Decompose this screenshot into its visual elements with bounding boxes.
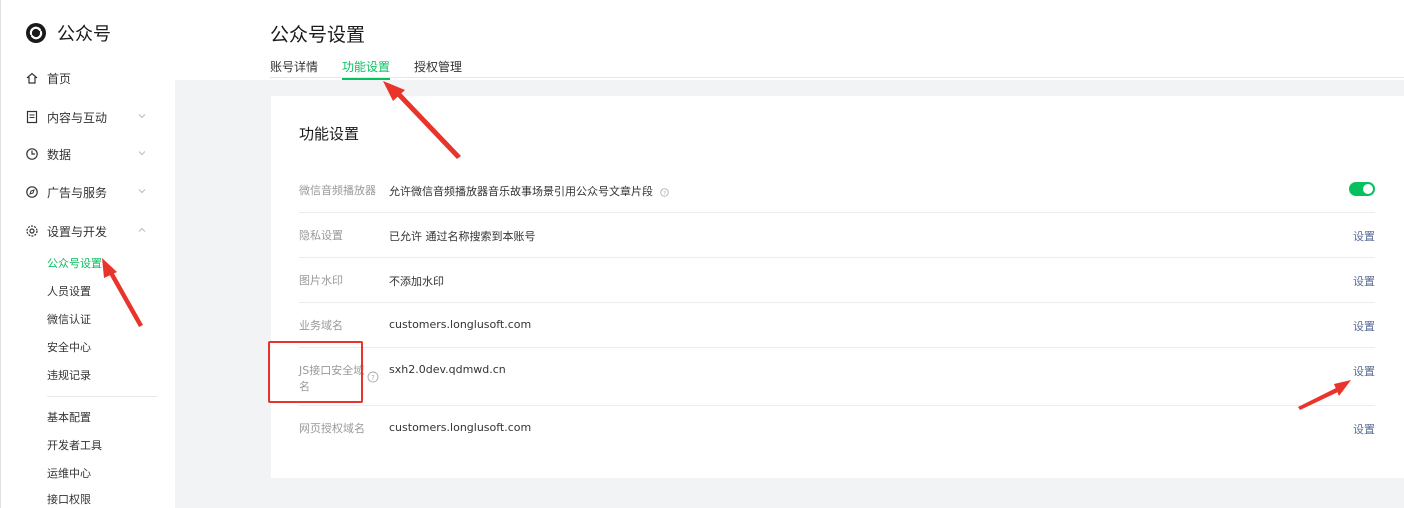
row-value: 允许微信音频播放器音乐故事场景引用公众号文章片段 ? [389, 183, 669, 199]
row-label: 微信音频播放器 [299, 184, 376, 197]
privacy-set-link[interactable]: 设置 [1353, 228, 1375, 244]
sub-item-ops-center[interactable]: 运维中心 [47, 466, 91, 482]
card-title: 功能设置 [299, 125, 360, 143]
settings-card: 功能设置 微信音频播放器 允许微信音频播放器音乐故事场景引用公众号文章片段 ? … [271, 96, 1404, 478]
chevron-down-icon [138, 151, 146, 156]
wechat-logo-icon [26, 23, 46, 43]
svg-text:?: ? [371, 374, 375, 382]
brand-name: 公众号 [57, 24, 111, 45]
sidebar-item-label: 设置与开发 [47, 224, 108, 239]
sub-item-verification[interactable]: 微信认证 [47, 312, 91, 328]
tab-divider [270, 77, 1404, 78]
tab-bar: 账号详情 功能设置 授权管理 [270, 58, 486, 80]
sub-item-api-permissions[interactable]: 接口权限 [47, 492, 91, 508]
business-domain-set-link[interactable]: 设置 [1353, 318, 1375, 334]
document-icon [26, 110, 38, 124]
sub-item-violations[interactable]: 违规记录 [47, 368, 91, 384]
settings-row-js-domain: JS接口安全域名 ? sxh2.0dev.qdmwd.cn 设置 [299, 348, 1375, 406]
help-icon[interactable]: ? [367, 371, 379, 383]
sidebar-item-ads[interactable]: 广告与服务 [25, 182, 155, 202]
row-label: 图片水印 [299, 274, 343, 287]
sidebar: 公众号 首页 内容与互动 数据 广告与服务 设置与开发 公众号设置 人员设置 微… [0, 0, 175, 508]
sidebar-item-settings[interactable]: 设置与开发 [25, 221, 155, 241]
tab-authorization[interactable]: 授权管理 [414, 58, 462, 78]
audio-player-toggle[interactable] [1349, 182, 1375, 196]
settings-row-audio-player: 微信音频播放器 允许微信音频播放器音乐故事场景引用公众号文章片段 ? [299, 168, 1375, 213]
tab-function-settings[interactable]: 功能设置 [342, 58, 391, 80]
row-value: sxh2.0dev.qdmwd.cn [389, 363, 506, 376]
row-value: customers.longlusoft.com [389, 421, 532, 434]
sidebar-divider [47, 396, 157, 397]
sidebar-item-home[interactable]: 首页 [25, 68, 155, 88]
watermark-set-link[interactable]: 设置 [1353, 273, 1375, 289]
settings-row-watermark: 图片水印 不添加水印 设置 [299, 258, 1375, 303]
js-domain-set-link[interactable]: 设置 [1353, 363, 1375, 379]
row-value: 不添加水印 [389, 275, 444, 288]
annotation-highlight-box [268, 341, 363, 403]
settings-row-oauth-domain: 网页授权域名 customers.longlusoft.com 设置 [299, 406, 1375, 451]
sub-item-basic-config[interactable]: 基本配置 [47, 410, 91, 426]
brand[interactable]: 公众号 [25, 20, 111, 46]
page-title: 公众号设置 [270, 24, 366, 46]
chevron-down-icon [138, 114, 146, 119]
chart-clock-icon [26, 148, 38, 160]
settings-row-privacy: 隐私设置 已允许 通过名称搜索到本账号 设置 [299, 213, 1375, 258]
settings-row-business-domain: 业务域名 customers.longlusoft.com 设置 [299, 303, 1375, 348]
compass-icon [26, 186, 38, 198]
row-value-text: 允许微信音频播放器音乐故事场景引用公众号文章片段 [389, 185, 653, 198]
chevron-up-icon [138, 227, 146, 232]
row-label: 隐私设置 [299, 229, 343, 242]
sidebar-item-label: 首页 [47, 71, 72, 86]
tab-account-details[interactable]: 账号详情 [270, 58, 318, 78]
sub-item-personnel[interactable]: 人员设置 [47, 284, 91, 300]
gear-icon [26, 225, 38, 237]
row-value: customers.longlusoft.com [389, 318, 532, 331]
sub-item-account-settings[interactable]: 公众号设置 [47, 256, 102, 272]
sidebar-item-content[interactable]: 内容与互动 [25, 107, 155, 127]
sidebar-item-data[interactable]: 数据 [25, 144, 155, 164]
sidebar-item-label: 广告与服务 [47, 185, 108, 200]
page-header: 公众号设置 账号详情 功能设置 授权管理 [175, 0, 1404, 80]
sidebar-item-label: 数据 [47, 147, 72, 162]
chevron-down-icon [138, 189, 146, 194]
sidebar-item-label: 内容与互动 [47, 110, 108, 125]
sub-item-security[interactable]: 安全中心 [47, 340, 91, 356]
row-value: 已允许 通过名称搜索到本账号 [389, 230, 536, 243]
oauth-domain-set-link[interactable]: 设置 [1353, 421, 1375, 437]
row-label: 业务域名 [299, 319, 343, 332]
sub-item-dev-tools[interactable]: 开发者工具 [47, 438, 102, 454]
help-icon[interactable]: ? [659, 188, 669, 197]
row-label: 网页授权域名 [299, 422, 365, 435]
svg-text:?: ? [663, 191, 666, 197]
home-icon [26, 72, 38, 84]
